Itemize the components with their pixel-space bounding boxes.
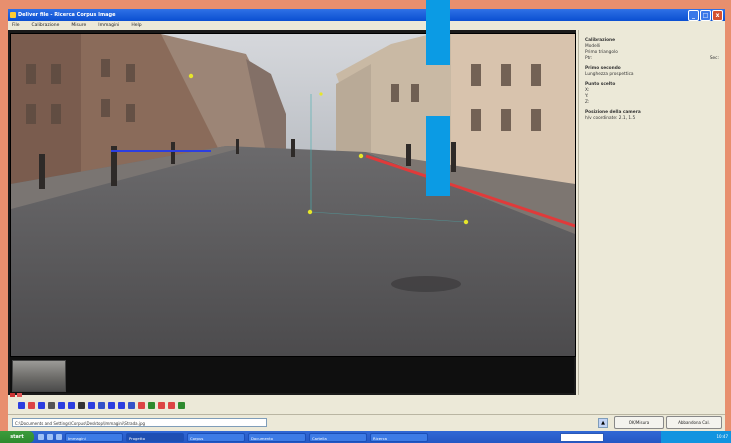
blue-tool-icon[interactable] (68, 401, 75, 409)
blue-tool-icon[interactable] (18, 401, 25, 409)
system-tray-clock: 10:47 (661, 431, 731, 443)
taskbar-item[interactable]: Cartella (309, 432, 367, 442)
taskbar-item[interactable]: Progetto (126, 432, 184, 442)
quick-launch (38, 434, 62, 440)
street-photo[interactable] (10, 33, 576, 357)
grid-tool-icon[interactable] (128, 401, 135, 409)
menu-file[interactable]: File (12, 23, 20, 28)
side-panel: Calibrazione Modelli Primo triangolo Ptr… (578, 30, 725, 395)
abbandona-button[interactable]: Abbandona Cal. (666, 416, 722, 429)
scroll-arrow-icon[interactable]: ▲ (598, 418, 608, 428)
blue-tool-icon[interactable] (38, 401, 45, 409)
panel-line: h/v coordinate: 2.1, 1.5 (585, 116, 636, 121)
menu-calibrazione[interactable]: Calibrazione (32, 23, 60, 28)
taskbar-item[interactable]: Immagini (65, 432, 123, 442)
taskbar-search-field[interactable] (560, 433, 604, 442)
app-icon (10, 12, 16, 18)
panel-line: Ptr: (585, 56, 593, 61)
image-viewer (8, 30, 576, 395)
thumbnail-strip (10, 357, 574, 393)
start-button[interactable]: start (0, 431, 34, 443)
maximize-button[interactable]: □ (700, 10, 711, 21)
blue-tool-icon[interactable] (58, 401, 65, 409)
blue-tool-icon[interactable] (118, 401, 125, 409)
menu-immagini[interactable]: Immagini (98, 23, 119, 28)
window-title: Deliver file - Ricerca Corpus Image (18, 12, 116, 18)
accent-bar-bottom (426, 116, 450, 196)
taskbar-item[interactable]: Corpus (187, 432, 245, 442)
street-scene (11, 34, 575, 356)
quick-launch-icon[interactable] (38, 434, 44, 440)
taskbar-item[interactable]: Documento (248, 432, 306, 442)
path-field[interactable]: C:\Documents and Settings\Corpus\Desktop… (12, 418, 267, 427)
red-tool-icon[interactable] (168, 401, 175, 409)
menubar: File Calibrazione Misure Immagini Help (8, 21, 725, 29)
ok-misura-button[interactable]: OK/Misura (614, 416, 664, 429)
window-controls: _ □ x (688, 10, 723, 21)
green-tool-icon[interactable] (148, 401, 155, 409)
play-tool-icon[interactable] (78, 401, 85, 409)
menu-help[interactable]: Help (131, 23, 141, 28)
blue-tool-icon[interactable] (108, 401, 115, 409)
quick-launch-icon[interactable] (56, 434, 62, 440)
cursor-tool-icon[interactable] (48, 401, 55, 409)
panel-line: Lunghezza prospettica (585, 72, 634, 77)
panel-line: Z: (585, 100, 590, 105)
taskbar: start Immagini Progetto Corpus Documento… (0, 431, 731, 443)
thumbnail-image[interactable] (12, 360, 66, 392)
grid-tool-icon[interactable] (98, 401, 105, 409)
red-tool-icon[interactable] (138, 401, 145, 409)
outer-frame-top (0, 0, 731, 9)
green-tool-icon[interactable] (178, 401, 185, 409)
blue-tool-icon[interactable] (88, 401, 95, 409)
panel-line: Sec: (709, 56, 719, 61)
close-button[interactable]: x (712, 10, 723, 21)
taskbar-item[interactable]: Ricerca (370, 432, 428, 442)
red-tool-icon[interactable] (158, 401, 165, 409)
outer-frame-left (0, 0, 8, 443)
accent-bar-top (426, 0, 450, 65)
quick-launch-icon[interactable] (47, 434, 53, 440)
panel-row: Ptr: Sec: (585, 56, 719, 62)
outer-frame-right (725, 0, 731, 443)
window-titlebar[interactable]: Deliver file - Ricerca Corpus Image _ □ … (8, 9, 725, 21)
toolbar (8, 397, 725, 413)
red-tool-icon[interactable] (28, 401, 35, 409)
minimize-button[interactable]: _ (688, 10, 699, 21)
menu-misure[interactable]: Misure (71, 23, 86, 28)
